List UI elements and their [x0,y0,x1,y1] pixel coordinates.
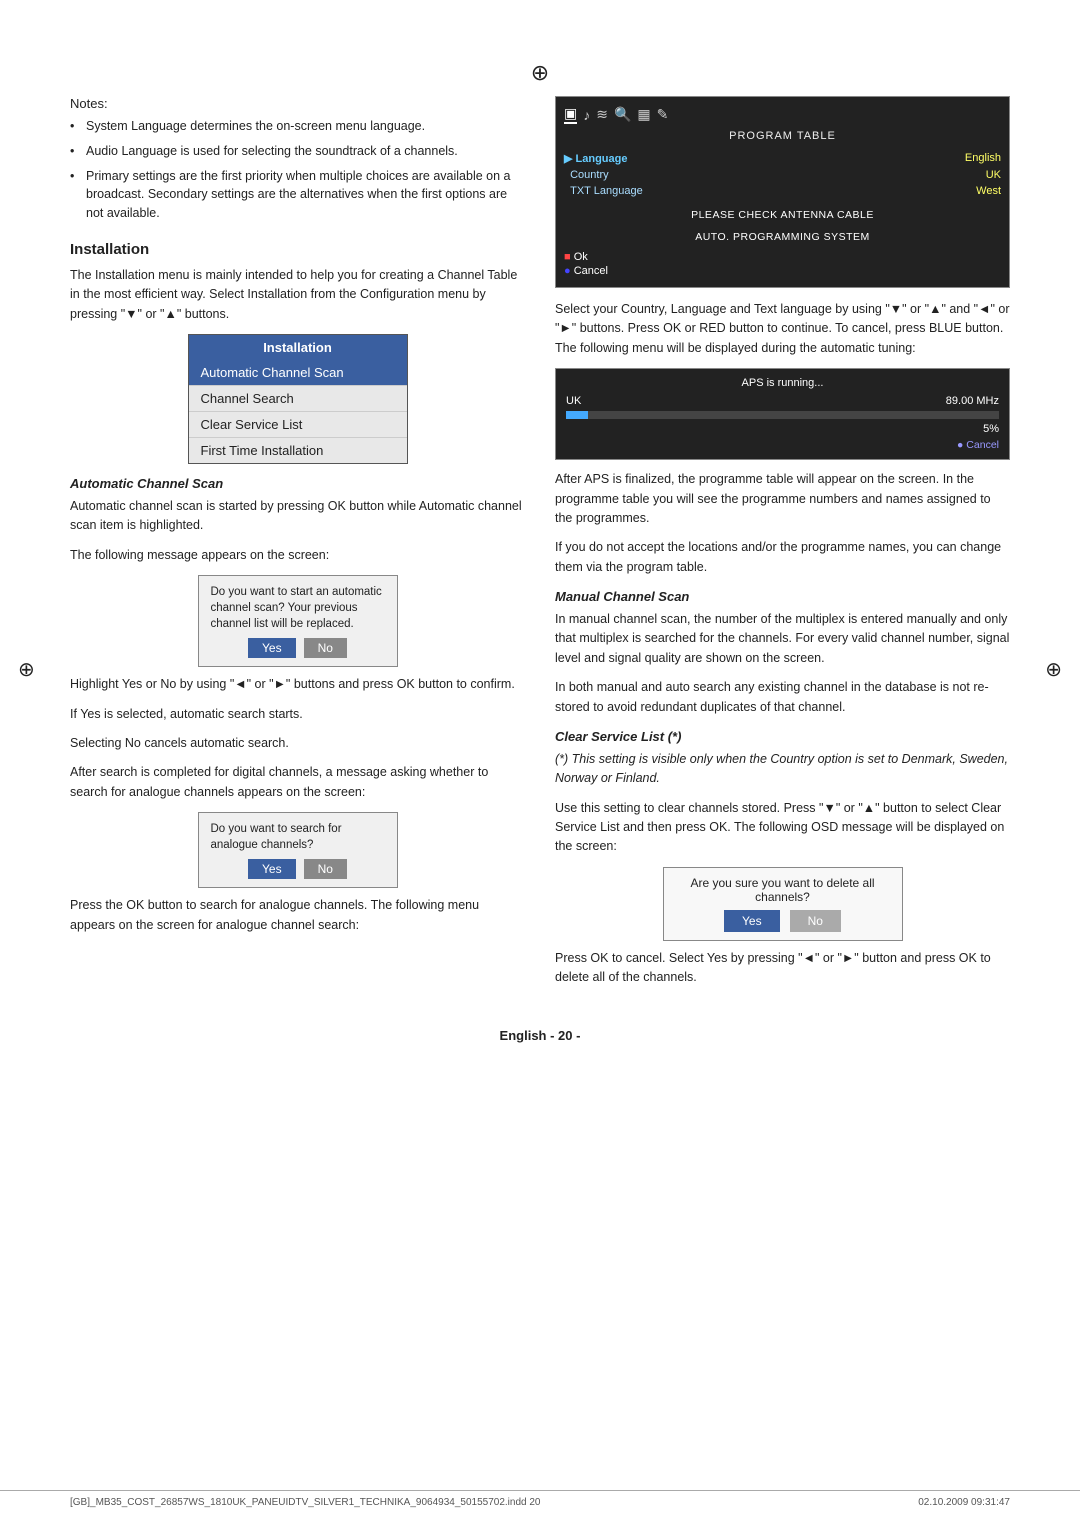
auto-scan-dialog2: Do you want to search for analogue chann… [198,812,398,888]
manual-scan-body2: In both manual and auto search any exist… [555,678,1010,717]
note-item-2: Audio Language is used for selecting the… [70,142,525,161]
tv-ok-label: ■ Ok [564,251,1001,263]
compass-left-icon: ⊕ [18,657,35,682]
tv-ok-cancel: ■ Ok ● Cancel [564,251,1001,277]
auto-scan-body3: If Yes is selected, automatic search sta… [70,705,525,724]
auto-scan-dialog1-text: Do you want to start an automatic channe… [211,584,385,632]
auto-scan-body5: After search is completed for digital ch… [70,763,525,802]
dialog2-yes-button[interactable]: Yes [248,859,296,879]
notes-list: System Language determines the on-screen… [70,117,525,223]
notes-section: Notes: System Language determines the on… [70,96,525,223]
aps-progress-bar-container [566,411,999,419]
aps-box: APS is running... UK 89.00 MHz 5% ● Canc… [555,368,1010,460]
tv-msg1: PLEASE CHECK ANTENNA CABLE [564,209,1001,221]
main-content: Notes: System Language determines the on… [70,96,1010,998]
tv-row-language: ▶ Language English [564,150,1001,167]
tv-icons-row: ▣ ♪ ≋ 🔍 ▦ ✎ [564,105,1001,124]
page-number: English - 20 - [70,1028,1010,1043]
auto-scan-dialog1: Do you want to start an automatic channe… [198,575,398,667]
clear-yes-button[interactable]: Yes [724,910,780,932]
clear-dialog-text: Are you sure you want to delete all chan… [676,876,890,904]
tv-icon-4: 🔍 [614,106,631,123]
clear-no-button[interactable]: No [790,910,841,932]
tv-cancel-text: Cancel [574,265,608,277]
auto-scan-body1: Automatic channel scan is started by pre… [70,497,525,536]
clear-service-footer: Press OK to cancel. Select Yes by pressi… [555,949,1010,988]
tv-icon-6: ✎ [657,106,669,123]
aps-progress-fill [566,411,588,419]
clear-service-note: (*) This setting is visible only when th… [555,750,1010,789]
manual-scan-body1: In manual channel scan, the number of th… [555,610,1010,668]
tv-label-language: ▶ Language [564,152,627,165]
install-menu-item-2[interactable]: Channel Search [189,386,407,412]
left-column: Notes: System Language determines the on… [70,96,525,998]
installation-body: The Installation menu is mainly intended… [70,266,525,324]
tv-row-country: Country UK [564,167,1001,183]
footer-left: [GB]_MB35_COST_26857WS_1810UK_PANEUIDTV_… [70,1497,540,1508]
tv-label-country: Country [564,169,609,181]
install-menu-title: Installation [189,335,407,360]
tv-value-txt: West [976,185,1001,197]
tv-screen: ▣ ♪ ≋ 🔍 ▦ ✎ PROGRAM TABLE ▶ Language Eng… [555,96,1010,288]
right-body1: Select your Country, Language and Text l… [555,300,1010,358]
dialog2-no-button[interactable]: No [304,859,347,879]
red-dot-icon: ■ [564,251,571,263]
auto-scan-body4: Selecting No cancels automatic search. [70,734,525,753]
notes-title: Notes: [70,96,525,111]
installation-heading: Installation [70,241,525,258]
tv-value-country: UK [986,169,1001,181]
install-menu-item-1[interactable]: Automatic Channel Scan [189,360,407,386]
aps-freq: 89.00 MHz [946,395,999,407]
auto-scan-body6: Press the OK button to search for analog… [70,896,525,935]
auto-scan-body2: Highlight Yes or No by using "◄" or "►" … [70,675,525,694]
tv-cancel-label: ● Cancel [564,265,1001,277]
right-body2: After APS is finalized, the programme ta… [555,470,1010,528]
aps-uk-label: UK [566,395,581,407]
auto-scan-dialog2-text: Do you want to search for analogue chann… [211,821,385,853]
tv-icon-3: ≋ [596,106,608,123]
auto-scan-dialog2-buttons: Yes No [211,859,385,879]
tv-icon-1: ▣ [564,105,577,124]
manual-scan-heading: Manual Channel Scan [555,589,1010,604]
auto-scan-msg1: The following message appears on the scr… [70,546,525,565]
note-item-3: Primary settings are the first priority … [70,167,525,223]
page: ⊕ ⊕ ⊕ Notes: System Language determines … [0,0,1080,1528]
blue-dot-icon: ● [564,265,571,277]
tv-icon-2: ♪ [583,107,590,123]
install-menu-item-3[interactable]: Clear Service List [189,412,407,438]
install-menu-item-4[interactable]: First Time Installation [189,438,407,463]
installation-menu: Installation Automatic Channel Scan Chan… [188,334,408,464]
tv-program-table-title: PROGRAM TABLE [564,130,1001,142]
tv-msg2: AUTO. PROGRAMMING SYSTEM [564,231,1001,243]
aps-percent: 5% [983,423,999,435]
compass-right-icon: ⊕ [1045,657,1062,682]
tv-icon-5: ▦ [637,106,650,123]
auto-scan-heading: Automatic Channel Scan [70,476,525,491]
clear-service-body: Use this setting to clear channels store… [555,799,1010,857]
tv-value-language: English [965,152,1001,165]
auto-scan-dialog1-buttons: Yes No [211,638,385,658]
aps-row1: UK 89.00 MHz [566,395,999,407]
clear-dialog-buttons: Yes No [676,910,890,932]
dialog1-no-button[interactable]: No [304,638,347,658]
footer-right: 02.10.2009 09:31:47 [918,1497,1010,1508]
compass-top-icon: ⊕ [70,60,1010,86]
aps-running-text: APS is running... [566,377,999,389]
clear-dialog: Are you sure you want to delete all chan… [663,867,903,941]
tv-label-txt: TXT Language [564,185,643,197]
right-column: ▣ ♪ ≋ 🔍 ▦ ✎ PROGRAM TABLE ▶ Language Eng… [555,96,1010,998]
aps-row2: 5% [566,423,999,435]
clear-service-heading: Clear Service List (*) [555,729,1010,744]
dialog1-yes-button[interactable]: Yes [248,638,296,658]
note-item-1: System Language determines the on-screen… [70,117,525,136]
bottom-bar: [GB]_MB35_COST_26857WS_1810UK_PANEUIDTV_… [0,1490,1080,1508]
aps-cancel-label: ● Cancel [566,439,999,451]
tv-row-txt: TXT Language West [564,183,1001,199]
right-body3: If you do not accept the locations and/o… [555,538,1010,577]
tv-ok-text: Ok [574,251,588,263]
